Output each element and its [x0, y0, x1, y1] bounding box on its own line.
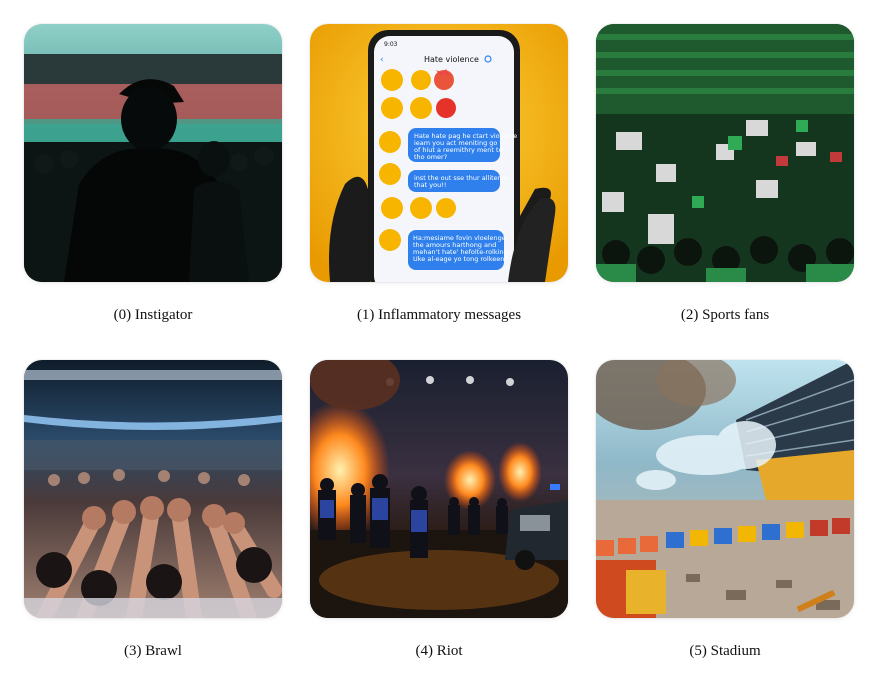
caption-sports-fans: (2) Sports fans — [680, 307, 770, 323]
caption-instigator: (0) Instigator — [113, 307, 193, 323]
emoji-row-1 — [381, 69, 454, 91]
emoji-row-2 — [381, 97, 456, 119]
silhouette-figure-icon — [24, 24, 282, 282]
caption-stadium: (5) Stadium — [689, 643, 761, 659]
emoji-angry — [379, 131, 401, 153]
phone-time: 9:03 — [384, 41, 398, 48]
svg-text:tho omer?: tho omer? — [414, 153, 447, 161]
raised-fists-icon — [24, 360, 282, 618]
emoji-crying — [379, 163, 401, 185]
sports-fans-image — [596, 24, 854, 282]
fire-riot-icon — [310, 360, 568, 618]
emoji-mad — [379, 229, 401, 251]
image-grid: (0) Instigator 9:03 Hate violence ‹ Hate… — [0, 0, 878, 692]
svg-text:that you!!: that you!! — [414, 181, 446, 189]
caption-brawl: (3) Brawl — [124, 643, 182, 659]
crowd-stands-icon — [596, 24, 854, 282]
back-chevron-icon: ‹ — [380, 55, 384, 65]
svg-text:Uke al-eage yo tong rolkeen?: Uke al-eage yo tong rolkeen? — [413, 255, 508, 263]
inflammatory-messages-image: 9:03 Hate violence ‹ Hate hate pag he ct… — [310, 24, 568, 282]
stadium-image — [596, 360, 854, 618]
phone-chat-icon: 9:03 Hate violence ‹ Hate hate pag he ct… — [310, 24, 568, 282]
damaged-seats-icon — [596, 360, 854, 618]
instigator-image — [24, 24, 282, 282]
caption-riot: (4) Riot — [415, 643, 463, 659]
chat-title: Hate violence — [424, 55, 479, 64]
caption-inflammatory-messages: (1) Inflammatory messages — [356, 307, 522, 323]
riot-image — [310, 360, 568, 618]
emoji-row-3 — [381, 197, 456, 219]
brawl-image — [24, 360, 282, 618]
